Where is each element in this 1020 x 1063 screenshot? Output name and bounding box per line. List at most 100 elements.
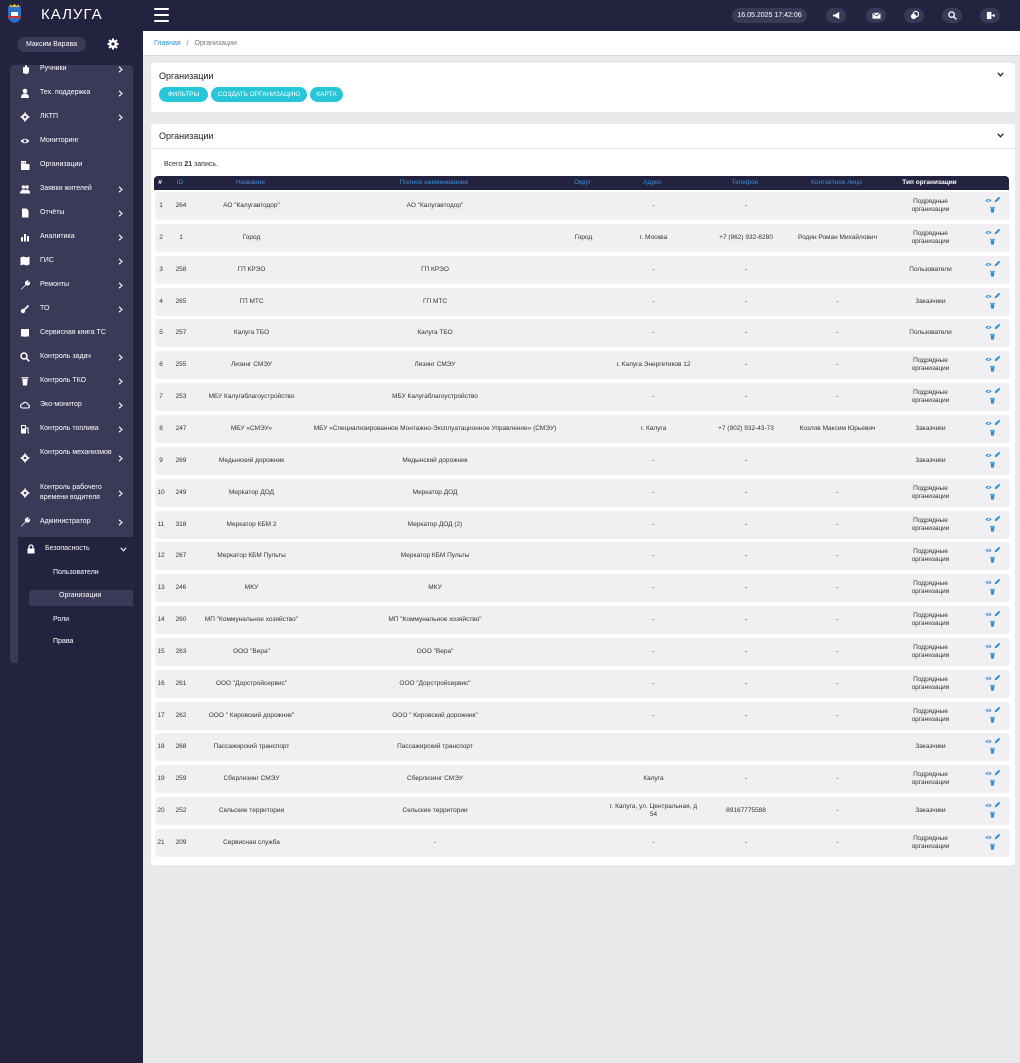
table-row[interactable]: 15 263 ООО "Вера" ООО "Вера" - - - Подрядные ор… bbox=[155, 637, 1010, 666]
edit-pencil-icon[interactable] bbox=[994, 355, 1001, 362]
view-eye-icon[interactable] bbox=[985, 356, 992, 363]
view-eye-icon[interactable] bbox=[985, 293, 992, 300]
edit-pencil-icon[interactable] bbox=[994, 769, 1001, 776]
security-subitem-2[interactable]: Организации bbox=[59, 592, 101, 599]
table-row[interactable]: 1 264 АО "Калугавтодор" АО "Калугавтодор" - -… bbox=[155, 192, 1010, 220]
sidebar-item-9[interactable]: ГИС bbox=[10, 255, 133, 267]
table-row[interactable]: 2 1 Город Город г. Москва +7 (962) 932-6280 Ро… bbox=[155, 223, 1010, 252]
delete-trash-icon[interactable] bbox=[989, 461, 996, 468]
edit-pencil-icon[interactable] bbox=[994, 642, 1001, 649]
sidebar-item-6[interactable]: Заявки жителей bbox=[10, 183, 133, 195]
edit-pencil-icon[interactable] bbox=[994, 674, 1001, 681]
delete-trash-icon[interactable] bbox=[989, 302, 996, 309]
edit-pencil-icon[interactable] bbox=[994, 610, 1001, 617]
user-name-badge[interactable]: Максим Варава bbox=[17, 37, 86, 52]
delete-trash-icon[interactable] bbox=[989, 620, 996, 627]
view-eye-icon[interactable] bbox=[985, 675, 992, 682]
edit-pencil-icon[interactable] bbox=[994, 228, 1001, 235]
edit-pencil-icon[interactable] bbox=[994, 419, 1001, 426]
delete-trash-icon[interactable] bbox=[989, 270, 996, 277]
delete-trash-icon[interactable] bbox=[989, 333, 996, 341]
map-button[interactable]: КАРТА bbox=[310, 87, 343, 102]
table-row[interactable]: 18 268 Пассажирский транспорт Пассажирский … bbox=[155, 733, 1010, 762]
logout-button[interactable] bbox=[980, 8, 1000, 23]
sidebar-item-10[interactable]: Ремонты bbox=[10, 279, 133, 291]
table-row[interactable]: 14 260 МП "Коммунальное хозяйство" МП "Комм… bbox=[155, 606, 1010, 635]
delete-trash-icon[interactable] bbox=[989, 397, 996, 404]
column-header-3[interactable]: Название bbox=[192, 179, 309, 186]
delete-trash-icon[interactable] bbox=[989, 365, 996, 372]
chevron-down-icon[interactable] bbox=[997, 133, 1004, 138]
edit-pencil-icon[interactable] bbox=[994, 706, 1001, 713]
table-row[interactable]: 20 252 Сельские территории Сельские террито… bbox=[155, 797, 1010, 826]
view-eye-icon[interactable] bbox=[985, 484, 992, 491]
table-row[interactable]: 10 249 Мерkатор ДОД Меркатор ДОД - - - Подрядны… bbox=[155, 478, 1010, 507]
delete-trash-icon[interactable] bbox=[989, 206, 996, 213]
view-eye-icon[interactable] bbox=[985, 516, 992, 523]
delete-trash-icon[interactable] bbox=[989, 779, 996, 786]
view-eye-icon[interactable] bbox=[985, 802, 992, 809]
column-header-2[interactable]: ID bbox=[168, 179, 192, 186]
table-row[interactable]: 17 262 ООО " Кировский дорожник" ООО " Киро… bbox=[155, 701, 1010, 730]
table-row[interactable]: 13 246 МКУ МКУ - - - Подрядные организации bbox=[155, 574, 1010, 603]
view-eye-icon[interactable] bbox=[985, 261, 992, 268]
edit-pencil-icon[interactable] bbox=[994, 801, 1001, 808]
table-row[interactable]: 6 255 Лизинг СМЭУ Лизинг СМЭУ г. Калуга Энер… bbox=[155, 351, 1010, 380]
view-eye-icon[interactable] bbox=[985, 643, 992, 650]
sidebar-item-5[interactable]: Организации bbox=[10, 159, 133, 171]
edit-pencil-icon[interactable] bbox=[994, 737, 1001, 744]
delete-trash-icon[interactable] bbox=[989, 747, 996, 755]
view-eye-icon[interactable] bbox=[985, 611, 992, 618]
table-row[interactable]: 3 258 ГП КРЭО ГП КРЭО - - Пользователи bbox=[155, 255, 1010, 284]
delete-trash-icon[interactable] bbox=[989, 716, 996, 723]
sidebar-item-17[interactable]: Контроль механизмов bbox=[10, 449, 133, 464]
sidebar-item-18[interactable]: Контроль рабочего времени водителя bbox=[10, 484, 133, 501]
sidebar-item-12[interactable]: Сервисная книга ТС bbox=[10, 327, 133, 339]
table-row[interactable]: 19 259 Сберлизинг СМЭУ Сберлизинг СМЭУ Калуг… bbox=[155, 765, 1010, 794]
edit-pencil-icon[interactable] bbox=[994, 323, 1001, 330]
delete-trash-icon[interactable] bbox=[989, 493, 996, 500]
sidebar-item-16[interactable]: Контроль топлива bbox=[10, 423, 133, 435]
security-subitem-4[interactable]: Права bbox=[53, 638, 73, 645]
sidebar-item-15[interactable]: Эко-монитор bbox=[10, 399, 133, 411]
edit-pencil-icon[interactable] bbox=[994, 515, 1001, 522]
view-eye-icon[interactable] bbox=[985, 834, 992, 841]
view-eye-icon[interactable] bbox=[985, 229, 992, 236]
view-eye-icon[interactable] bbox=[985, 707, 992, 714]
sidebar-item-19[interactable]: Администратор bbox=[10, 516, 133, 528]
sidebar-item-13[interactable]: Контроль задач bbox=[10, 351, 133, 363]
column-header-7[interactable]: Телефон bbox=[699, 179, 791, 186]
table-row[interactable]: 21 209 Сервисная служба - - - - Подрядные орган… bbox=[155, 829, 1010, 857]
delete-trash-icon[interactable] bbox=[989, 556, 996, 563]
search-button[interactable] bbox=[942, 8, 962, 23]
delete-trash-icon[interactable] bbox=[989, 525, 996, 532]
create-organization-button[interactable]: СОЗДАТЬ ОРГАНИЗАЦИЮ bbox=[211, 87, 307, 102]
sidebar-item-security[interactable]: Безопасность bbox=[10, 543, 133, 555]
table-row[interactable]: 7 253 МБУ Калугаблагоустройство МБУ Калугаб… bbox=[155, 383, 1010, 412]
edit-pencil-icon[interactable] bbox=[994, 578, 1001, 585]
breadcrumb-home-link[interactable]: Главная bbox=[154, 40, 181, 47]
layers-button[interactable] bbox=[904, 8, 924, 23]
view-eye-icon[interactable] bbox=[985, 197, 992, 204]
view-eye-icon[interactable] bbox=[985, 324, 992, 331]
delete-trash-icon[interactable] bbox=[989, 652, 996, 659]
edit-pencil-icon[interactable] bbox=[994, 387, 1001, 394]
view-eye-icon[interactable] bbox=[985, 579, 992, 586]
edit-pencil-icon[interactable] bbox=[994, 451, 1001, 458]
sidebar-item-7[interactable]: Отчёты bbox=[10, 207, 133, 219]
table-row[interactable]: 5 257 Калуга ТБО Калуга ТБО - - - Пользователи bbox=[155, 319, 1010, 348]
table-row[interactable]: 11 318 Меркатор КБМ 2 Меркатор ДОД (2) - - - По… bbox=[155, 510, 1010, 539]
delete-trash-icon[interactable] bbox=[989, 238, 996, 245]
sidebar-item-1[interactable]: Ручники bbox=[10, 63, 133, 75]
sidebar-item-14[interactable]: Контроль ТКО bbox=[10, 375, 133, 387]
sidebar-item-8[interactable]: Аналитика bbox=[10, 231, 133, 243]
delete-trash-icon[interactable] bbox=[989, 684, 996, 691]
security-subitem-3[interactable]: Роли bbox=[53, 616, 69, 623]
view-eye-icon[interactable] bbox=[985, 452, 992, 459]
sidebar-item-11[interactable]: ТО bbox=[10, 303, 133, 315]
edit-pencil-icon[interactable] bbox=[994, 292, 1001, 299]
edit-pencil-icon[interactable] bbox=[994, 833, 1001, 840]
edit-pencil-icon[interactable] bbox=[994, 196, 1001, 203]
delete-trash-icon[interactable] bbox=[989, 588, 996, 595]
view-eye-icon[interactable] bbox=[985, 547, 992, 554]
